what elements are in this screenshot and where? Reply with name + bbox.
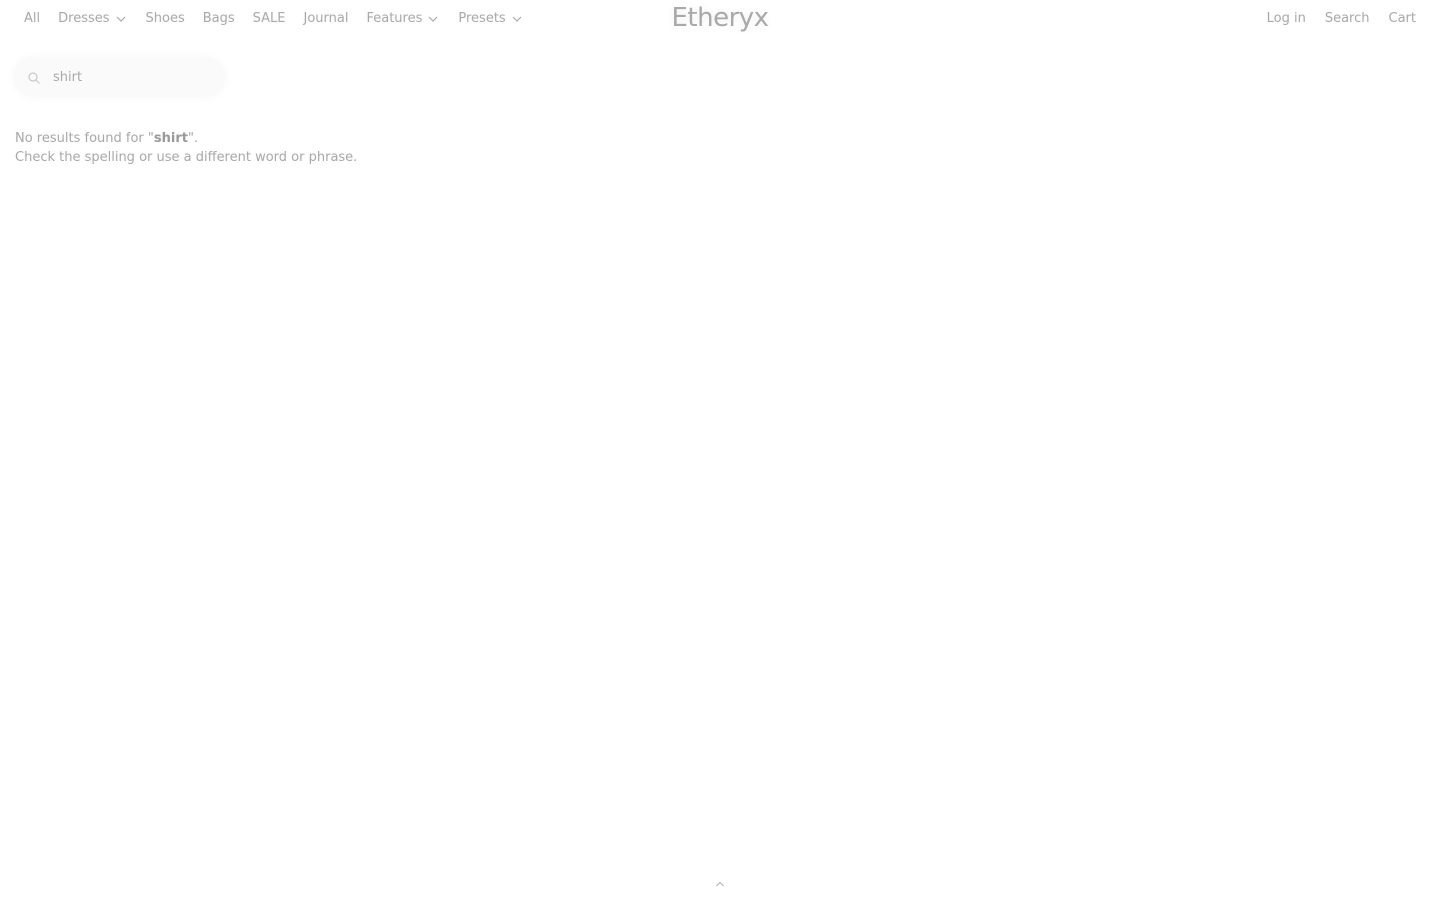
nav-item-label: Bags [202, 11, 235, 26]
nav-item-label: Shoes [145, 11, 185, 26]
page: All Dresses Shoes Bags SALE Journal Feat… [0, 0, 1440, 900]
nav-item-label: Journal [303, 11, 349, 26]
nav-item-journal[interactable]: Journal [304, 11, 349, 26]
nav-item-label: Log in [1266, 11, 1306, 26]
nav-item-presets[interactable]: Presets [458, 11, 523, 26]
nav-item-label: SALE [252, 11, 286, 26]
site-header: All Dresses Shoes Bags SALE Journal Feat… [0, 0, 1440, 40]
search-query: shirt [153, 131, 188, 146]
nav-item-label: All [24, 11, 41, 26]
chevron-down-icon [510, 12, 524, 26]
cart-link[interactable]: Cart [1389, 11, 1417, 26]
login-link[interactable]: Log in [1267, 11, 1306, 26]
nav-item-label: Features [366, 11, 423, 26]
no-results-hint: Check the spelling or use a different wo… [15, 150, 358, 165]
nav-item-sale[interactable]: SALE [253, 11, 286, 26]
nav-item-features[interactable]: Features [366, 11, 440, 26]
nav-item-shoes[interactable]: Shoes [146, 11, 185, 26]
scroll-to-top-button[interactable] [713, 876, 727, 890]
nav-item-label: Cart [1388, 11, 1417, 26]
site-logo[interactable]: Etheryx [671, 3, 769, 33]
search-results-message: No results found for "shirt". Check the … [15, 129, 357, 167]
nav-item-bags[interactable]: Bags [203, 11, 235, 26]
nav-item-label: Dresses [58, 11, 110, 26]
chevron-down-icon [426, 12, 440, 26]
main-nav: All Dresses Shoes Bags SALE Journal Feat… [24, 11, 542, 26]
no-results-line: No results found for "shirt". [15, 129, 357, 148]
nav-item-label: Presets [458, 11, 506, 26]
search-input[interactable] [53, 69, 203, 85]
chevron-down-icon [114, 12, 128, 26]
search-bar[interactable] [14, 57, 225, 97]
search-icon [27, 70, 41, 84]
nav-item-dresses[interactable]: Dresses [58, 11, 127, 26]
account-nav: Log in Search Cart [1248, 11, 1416, 26]
nav-item-label: Search [1324, 11, 1370, 26]
no-results-prefix: No results found for " [15, 131, 154, 146]
nav-item-all[interactable]: All [24, 11, 40, 26]
chevron-up-icon [713, 876, 727, 895]
search-link[interactable]: Search [1325, 11, 1370, 26]
no-results-suffix: ". [187, 131, 199, 146]
